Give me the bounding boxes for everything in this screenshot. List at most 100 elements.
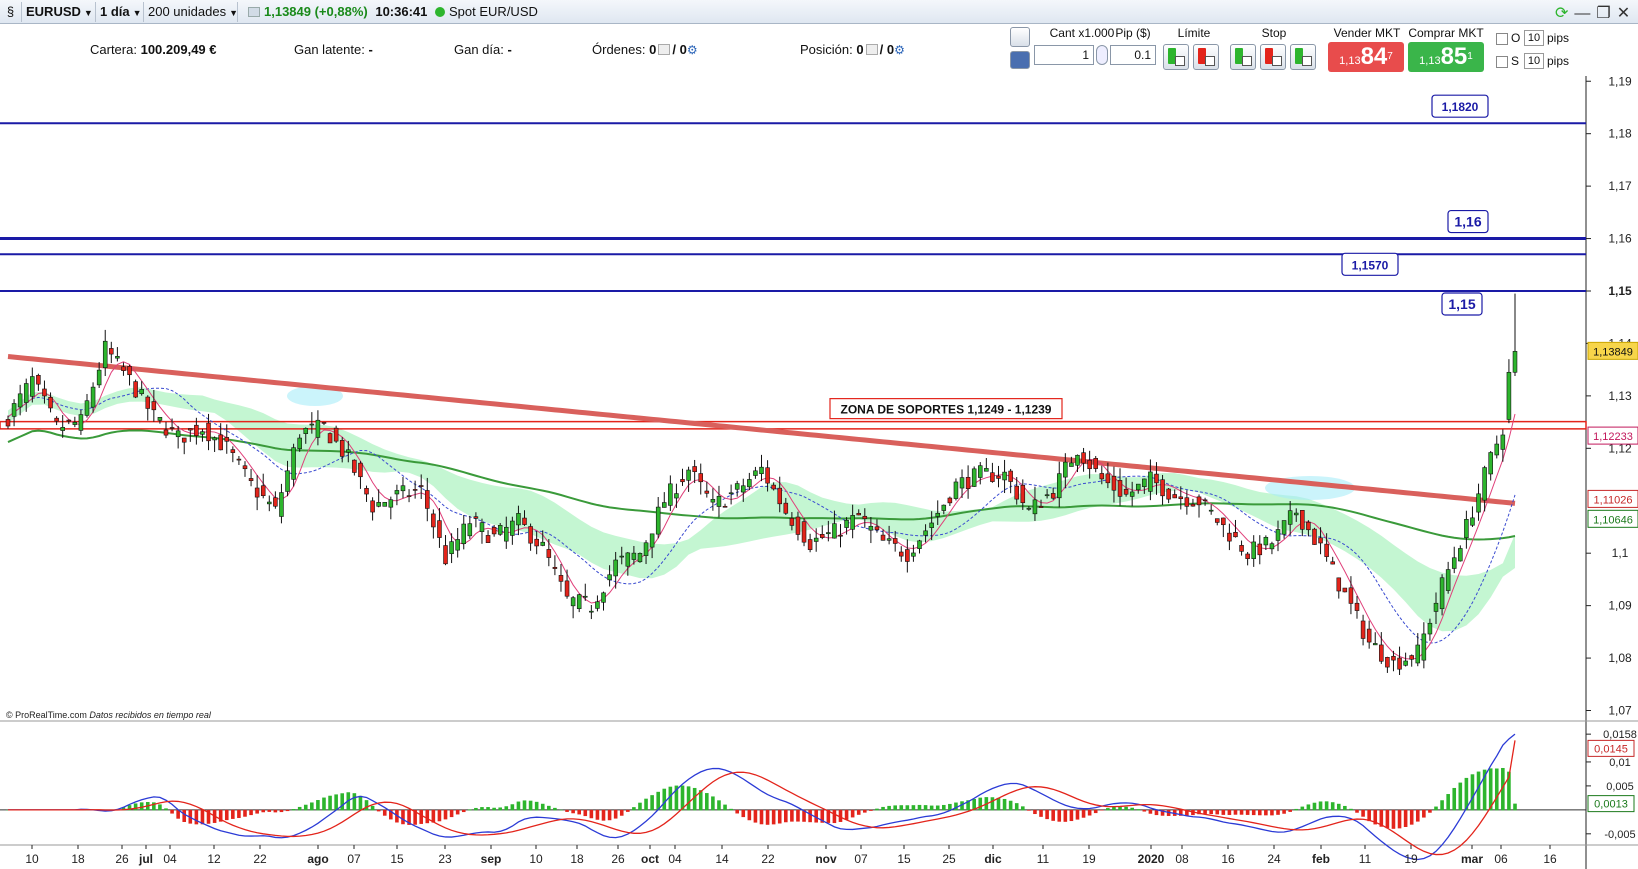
- x-tick-label: 16: [1221, 852, 1235, 866]
- macd-histogram-bar: [498, 807, 503, 811]
- limit-edit-button[interactable]: [1193, 44, 1219, 70]
- candle-body: [169, 427, 175, 429]
- buy-market-button[interactable]: 1,13851: [1408, 42, 1484, 72]
- macd-histogram-bar: [875, 808, 879, 811]
- macd-histogram-bar: [468, 809, 472, 811]
- macd-histogram-bar: [243, 809, 247, 817]
- sell-market-button[interactable]: 1,13847: [1328, 42, 1404, 72]
- candle-body: [1397, 657, 1402, 670]
- candle-body: [364, 488, 369, 495]
- candle-body: [1366, 628, 1372, 643]
- o-pips-input[interactable]: 10: [1524, 30, 1544, 46]
- s-checkbox[interactable]: [1496, 56, 1508, 68]
- orders-list-icon[interactable]: [658, 44, 671, 55]
- candle: [382, 502, 388, 507]
- candle-body: [181, 437, 187, 443]
- macd-histogram-bar: [711, 796, 715, 811]
- candle-body: [1087, 459, 1092, 470]
- candle-body: [1287, 510, 1293, 525]
- stop-buy-button[interactable]: [1230, 44, 1256, 70]
- candle-body: [576, 594, 582, 609]
- macd-histogram-bar: [1093, 809, 1098, 814]
- macd-y-tick-label: -0,005: [1604, 829, 1635, 841]
- pip-input[interactable]: 0.1: [1110, 45, 1156, 65]
- buy-price-main: 85: [1440, 43, 1468, 70]
- candle-body: [759, 466, 764, 475]
- price-chart[interactable]: 1,1820 1,16 1,1570 1,15 ZONA DE SOPORTES 1,1…: [0, 76, 1638, 869]
- candle-body: [1354, 602, 1360, 611]
- restore-icon[interactable]: ❐: [1596, 5, 1616, 22]
- candle-body: [1075, 454, 1080, 466]
- instrument-icon[interactable]: §: [0, 2, 22, 22]
- x-tick-label: 19: [1404, 852, 1418, 866]
- candle-body: [1221, 517, 1226, 526]
- timeframe-selector[interactable]: 1 día ▼: [96, 2, 144, 22]
- o-checkbox[interactable]: [1496, 33, 1508, 45]
- x-tick-label: 18: [570, 852, 584, 866]
- candle-body: [674, 493, 679, 499]
- candle-body: [230, 449, 236, 453]
- candle-body: [394, 490, 400, 495]
- candle-body: [1379, 644, 1384, 662]
- x-tick-label: 26: [115, 852, 129, 866]
- macd-histogram-bar: [1458, 782, 1463, 811]
- candle: [133, 379, 138, 399]
- macd-histogram-bar: [376, 809, 381, 812]
- units-selector[interactable]: 200 unidades ▼: [144, 2, 238, 22]
- positions-list-icon[interactable]: [865, 44, 878, 55]
- wrench-icon[interactable]: [1010, 27, 1030, 47]
- candle-body: [1318, 537, 1323, 544]
- macd-histogram-bar: [1428, 809, 1432, 813]
- minimize-icon[interactable]: —: [1574, 5, 1596, 22]
- macd-histogram-bar: [777, 809, 782, 824]
- macd-histogram-bar: [1239, 809, 1244, 815]
- candle-body: [1020, 484, 1026, 504]
- s-pips-input[interactable]: 10: [1524, 53, 1544, 69]
- cartera-label: Cartera:: [90, 42, 137, 57]
- settings-icon[interactable]: ⚙: [687, 43, 698, 57]
- macd-histogram-bar: [869, 809, 873, 811]
- candle-body: [260, 485, 266, 497]
- quantity-input[interactable]: 1: [1034, 45, 1094, 65]
- units-label: 200 unidades: [148, 4, 227, 19]
- candle-body: [905, 549, 910, 562]
- candle-body: [175, 430, 181, 438]
- candle-body: [1257, 543, 1263, 556]
- stop-edit-button[interactable]: [1260, 44, 1286, 70]
- y-tick-label: 1,16: [1608, 232, 1632, 246]
- candle-body: [613, 559, 618, 577]
- candle-body: [716, 495, 722, 507]
- candle-body: [856, 513, 861, 516]
- candle-body: [467, 523, 473, 537]
- symbol-selector[interactable]: EURUSD ▼: [22, 2, 96, 22]
- macd-histogram-bar: [1251, 809, 1256, 816]
- account-bar: Cartera: 100.209,49 € Gan latente: - Gan…: [0, 25, 1050, 75]
- candle-body: [279, 492, 284, 517]
- macd-histogram-bar: [1440, 800, 1444, 811]
- macd-histogram-bar: [334, 794, 338, 811]
- macd-histogram-bar: [1215, 809, 1220, 815]
- keyboard-icon[interactable]: [1010, 51, 1030, 69]
- candle-body: [200, 431, 205, 435]
- macd-histogram-bar: [1288, 809, 1292, 812]
- stop-sell-button[interactable]: [1290, 44, 1316, 70]
- candle-body: [1269, 543, 1275, 550]
- macd-histogram-bar: [194, 809, 199, 825]
- candle-body: [1172, 494, 1177, 499]
- macd-histogram-bar: [249, 809, 253, 816]
- macd-histogram-bar: [510, 804, 515, 811]
- link-icon[interactable]: [1096, 45, 1108, 65]
- macd-histogram-bar: [133, 803, 138, 811]
- settings-icon[interactable]: ⚙: [894, 43, 905, 57]
- limit-buy-button[interactable]: [1163, 44, 1189, 70]
- candle-body: [248, 478, 254, 482]
- candle-body: [23, 383, 29, 403]
- sync-icon[interactable]: ⟳: [1555, 5, 1574, 22]
- candle-body: [801, 521, 807, 543]
- price-tag-label: 1,13849: [1593, 346, 1633, 358]
- candle-body: [813, 537, 819, 542]
- x-tick-label: nov: [815, 852, 837, 866]
- candle-body: [1275, 529, 1281, 541]
- macd-histogram-bar: [1051, 809, 1055, 821]
- close-icon[interactable]: ✕: [1617, 5, 1636, 22]
